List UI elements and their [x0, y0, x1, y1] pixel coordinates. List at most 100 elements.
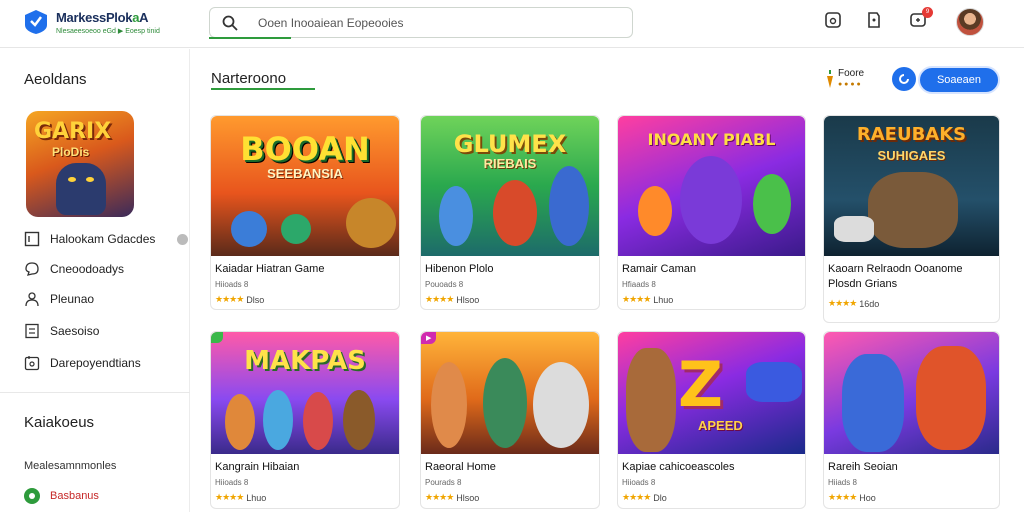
user-avatar[interactable]: [956, 8, 984, 36]
game-card-2[interactable]: GLUMEX RIEBAIS Hibenon Plolo Pouoads 8 ★…: [420, 115, 600, 310]
gamepad-art: [746, 362, 802, 402]
sidebar-divider: [0, 392, 190, 393]
sidebar-status-item[interactable]: Basbanus: [24, 488, 99, 504]
filter-label: Foore: [838, 68, 865, 79]
filter-sub: ● ● ● ●: [838, 81, 861, 88]
game-title[interactable]: Raeoral Home: [425, 460, 496, 475]
game-card-1[interactable]: BOOAN SEEBANSIA Kaiadar Hiatran Game Hii…: [210, 115, 400, 310]
game-rating: ★★★★ Hlsoo: [425, 294, 479, 305]
game-meta: Hfiaads 8: [622, 280, 656, 289]
game-title[interactable]: Hibenon Plolo: [425, 262, 494, 277]
character-art: [263, 390, 293, 450]
search-bar[interactable]: [209, 7, 633, 38]
rating-value: 16do: [859, 298, 880, 309]
game-card-image: INOANY PIABL: [618, 116, 805, 256]
star-rating-icon: ★★★★: [622, 492, 651, 502]
logo-title[interactable]: MarkessPlokaA: [56, 10, 149, 25]
game-title[interactable]: Ramair Caman: [622, 262, 696, 277]
game-card-7[interactable]: Z APEED Kapiae cahicoeascoles Hiioads 8 …: [617, 331, 806, 509]
sidebar-item-2[interactable]: Cneoodoadys: [24, 259, 124, 279]
star-rating-icon: ★★★★: [828, 492, 857, 502]
gamepad-art: [834, 216, 874, 242]
game-rating: ★★★★ Dlso: [215, 294, 264, 305]
game-card-image: BOOAN SEEBANSIA: [211, 116, 399, 256]
game-art-subtitle: APEED: [698, 418, 743, 433]
character-art: [439, 186, 473, 246]
character-art: [533, 362, 589, 448]
character-art: [638, 186, 672, 236]
star-rating-icon: ★★★★: [215, 294, 244, 304]
sidebar-item-4[interactable]: Saesoiso: [24, 321, 99, 341]
top-header: MarkessPlokaA Nlesaeesoeoo eGd ▶ Eoesp t…: [0, 0, 1024, 48]
game-art-title: INOANY PIABL: [647, 130, 776, 149]
sidebar-item-label: Halookam Gdacdes: [50, 232, 156, 246]
game-rating: ★★★★ Dlo: [622, 492, 667, 503]
notification-badge: 9: [922, 7, 933, 18]
logo-shield-icon[interactable]: [24, 9, 48, 35]
character-art: [281, 214, 311, 244]
logo-subtitle: Nlesaeesoeoo eGd ▶ Eoesp tinid: [56, 28, 160, 35]
game-title[interactable]: Kaiadar Hiatran Game: [215, 262, 324, 277]
sidebar-status-label: Basbanus: [50, 490, 99, 502]
game-title[interactable]: Kangrain Hibaian: [215, 460, 299, 475]
character-art: [842, 354, 904, 452]
star-rating-icon: ★★★★: [425, 294, 454, 304]
character-art: [225, 394, 255, 450]
refresh-button[interactable]: [892, 67, 916, 91]
game-card-image: RAEUBAKS SUHIGAES: [824, 116, 999, 256]
game-card-5[interactable]: MAKPAS Kangrain Hibaian Hiioads 8 ★★★★ Lh…: [210, 331, 400, 509]
rating-value: Lhuo: [653, 294, 674, 305]
game-art-subtitle: SEEBANSIA: [267, 166, 343, 181]
game-card-3[interactable]: INOANY PIABL Ramair Caman Hfiaads 8 ★★★★…: [617, 115, 806, 310]
rating-value: Hlsoo: [456, 294, 480, 305]
game-meta: Hiioads 8: [622, 478, 656, 487]
search-input[interactable]: [258, 14, 618, 32]
character-art: [483, 358, 527, 448]
game-meta: Hiioads 8: [215, 478, 249, 487]
sidebar-section-title: Kaiakoeus: [24, 414, 95, 431]
featured-app-logo-sub: PloDis: [52, 145, 90, 159]
game-card-8[interactable]: Rareih Seoian Hiiads 8 ★★★★ Hoo: [823, 331, 1000, 509]
game-card-6[interactable]: ▶ Raeoral Home Pourads 8 ★★★★ Hlsoo: [420, 331, 600, 509]
sidebar-item-label: Saesoiso: [50, 324, 100, 338]
sidebar-item-5[interactable]: Darepoyendtians: [24, 353, 141, 373]
sidebar-section-link[interactable]: Mealesamnmonles: [24, 460, 116, 472]
notifications-button[interactable]: 9: [908, 7, 933, 30]
game-title[interactable]: Kaoarn Relraodn Ooanome Plosdn Grians: [828, 262, 998, 292]
game-title[interactable]: Kapiae cahicoeascoles: [622, 460, 735, 475]
character-art: [346, 198, 396, 248]
filter-control[interactable]: Foore ● ● ● ●: [826, 68, 864, 90]
game-meta: Hiioads 8: [215, 280, 249, 289]
card-corner-tag: ▶: [421, 332, 437, 344]
game-art-title: Z: [678, 348, 723, 421]
game-art-title: GLUMEX: [453, 130, 567, 158]
game-rating: ★★★★ Lhuo: [622, 294, 673, 305]
character-art: [753, 174, 791, 234]
sidebar-item-1[interactable]: Halookam Gdacdes: [24, 229, 189, 249]
sidebar-item-label: Pleunao: [50, 292, 95, 306]
rating-value: Dlo: [653, 492, 667, 503]
character-art: [916, 346, 986, 450]
rating-value: Dlso: [246, 294, 265, 305]
primary-action-button[interactable]: Soaeaen: [918, 66, 1000, 94]
rating-value: Hlsoo: [456, 492, 480, 503]
info-dot-icon: [177, 233, 189, 245]
carrot-icon: [827, 70, 833, 88]
game-rating: ★★★★ Lhuo: [215, 492, 266, 503]
character-art: [343, 390, 375, 450]
list-icon: [25, 323, 39, 339]
game-title[interactable]: Rareih Seoian: [828, 460, 898, 475]
games-button[interactable]: [823, 10, 843, 30]
character-art: [549, 166, 589, 246]
star-rating-icon: ★★★★: [215, 492, 244, 502]
game-meta: Hiiads 8: [828, 478, 857, 487]
bookmark-button[interactable]: [864, 10, 884, 30]
character-art: [626, 348, 676, 452]
featured-app-thumbnail[interactable]: GARIX PloDis: [26, 111, 134, 217]
game-rating: ★★★★ 16do: [828, 298, 879, 309]
sidebar-item-label: Cneoodoadys: [50, 262, 125, 276]
gamepad-icon: [825, 12, 841, 28]
game-card-4[interactable]: RAEUBAKS SUHIGAES Kaoarn Relraodn Ooanom…: [823, 115, 1000, 323]
refresh-icon: [899, 74, 909, 84]
sidebar-item-3[interactable]: Pleunao: [24, 289, 94, 309]
